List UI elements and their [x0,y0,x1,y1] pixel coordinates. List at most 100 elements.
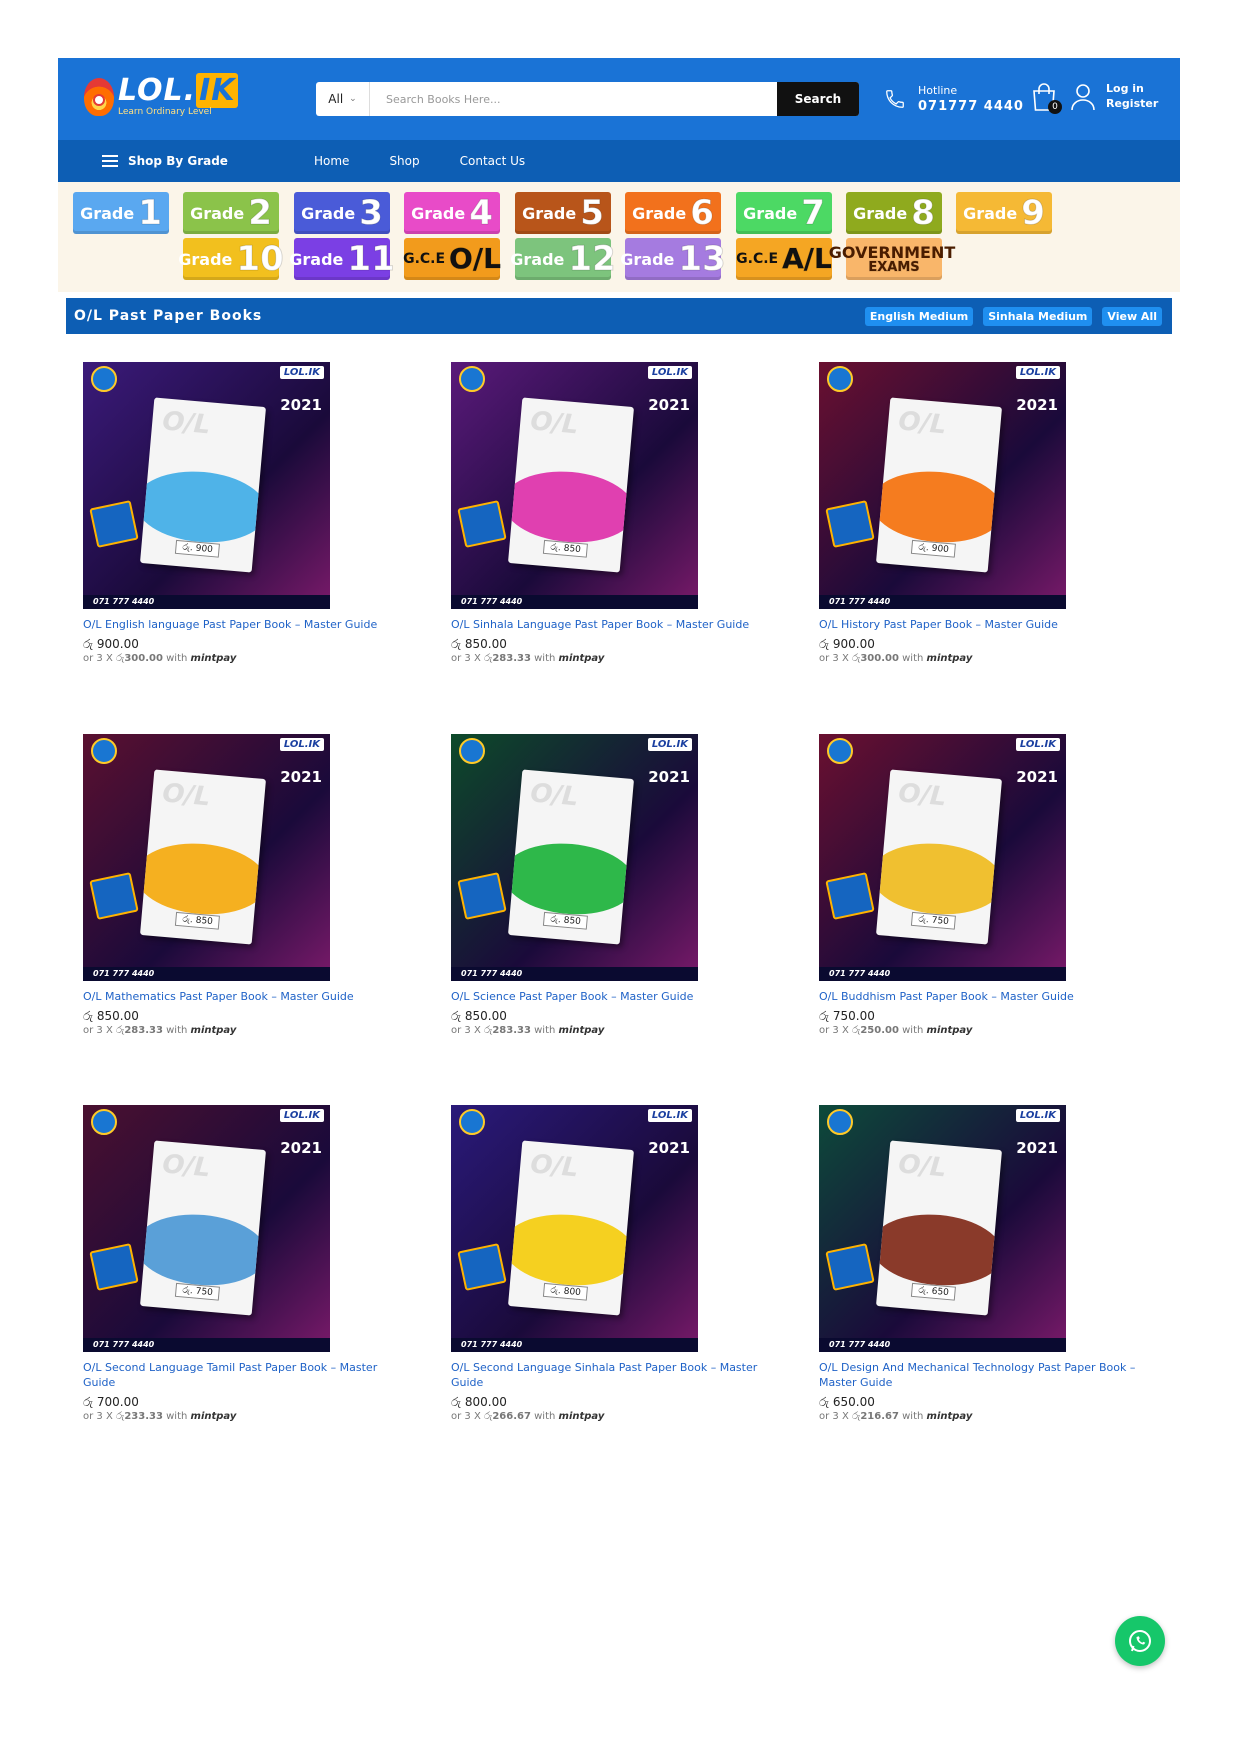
product-image[interactable]: LOL.IK 2021 O/L රු. 800 071 777 4440 [451,1105,698,1352]
grade-button-12[interactable]: Grade 12 [510,238,616,280]
cover-price-tag: රු. 650 [910,1282,957,1301]
cart-button[interactable]: 0 [1030,82,1062,114]
cover-year: 2021 [280,1139,322,1157]
grade-button-10[interactable]: Grade 10 [178,238,284,280]
product-image[interactable]: LOL.IK 2021 O/L රු. 650 071 777 4440 [819,1105,1066,1352]
section-title: O/L Past Paper Books [74,308,263,324]
product-card[interactable]: LOL.IK 2021 O/L රු. 850 071 777 4440 O/L Math… [83,734,413,1036]
search-bar: All ⌄ Search [316,82,859,116]
whatsapp-chat-button[interactable] [1115,1616,1165,1666]
product-title[interactable]: O/L Science Past Paper Book – Master Gui… [451,990,781,1005]
product-card[interactable]: LOL.IK 2021 O/L රු. 900 071 777 4440 O/L Hist… [819,362,1149,664]
site-logo[interactable]: LOL. IK Learn Ordinary Level [84,73,239,117]
product-image[interactable]: LOL.IK 2021 O/L රු. 750 071 777 4440 [819,734,1066,981]
product-title[interactable]: O/L Sinhala Language Past Paper Book – M… [451,618,781,633]
product-image[interactable]: LOL.IK 2021 O/L රු. 850 071 777 4440 [83,734,330,981]
product-image[interactable]: LOL.IK 2021 O/L රු. 900 071 777 4440 [819,362,1066,609]
nav-link-contact[interactable]: Contact Us [460,154,526,168]
installment-with: with [166,1410,188,1422]
grade-button-9[interactable]: Grade 9 [956,192,1052,234]
product-image[interactable]: LOL.IK 2021 O/L රු. 750 071 777 4440 [83,1105,330,1352]
cover-year: 2021 [1016,396,1058,414]
product-title[interactable]: O/L English language Past Paper Book – M… [83,618,413,633]
mintpay-logo: mintpay [926,652,973,664]
cover-phone: 071 777 4440 [451,1338,698,1352]
new-edition-badge-icon [89,1243,139,1291]
grade-button-6[interactable]: Grade 6 [625,192,721,234]
product-card[interactable]: LOL.IK 2021 O/L රු. 750 071 777 4440 O/L Seco… [83,1105,413,1422]
grade-button-13[interactable]: Grade 13 [620,238,726,280]
cover-year: 2021 [280,768,322,786]
grade-button-number: 9 [1021,193,1046,233]
installment-info: or 3 X රු283.33 with mintpay [451,653,781,664]
book-ol-mark: O/L [897,1149,948,1184]
filter-sinhala-medium[interactable]: Sinhala Medium [983,306,1093,326]
cover-brand: LOL.IK [279,366,324,379]
product-price: රු 750.00 [819,1008,875,1023]
installment-info: or 3 X රු266.67 with mintpay [451,1411,781,1422]
search-button[interactable]: Search [777,82,859,116]
mintpay-logo: mintpay [926,1024,973,1036]
header-bar: LOL. IK Learn Ordinary Level All ⌄ Search… [58,58,1180,140]
shop-by-grade-menu[interactable]: Shop By Grade [102,152,314,170]
installment-amount: 300.00 [860,652,899,664]
book-ol-mark: O/L [529,778,580,813]
book-wave [875,466,1003,548]
product-title[interactable]: O/L Second Language Tamil Past Paper Boo… [83,1361,413,1391]
cover-brand: LOL.IK [647,738,692,751]
product-title[interactable]: O/L Buddhism Past Paper Book – Master Gu… [819,990,1149,1005]
search-input[interactable] [370,82,777,116]
grade-button-exams[interactable]: GOVERNMENT EXAMS [829,238,955,280]
product-title[interactable]: O/L Design And Mechanical Technology Pas… [819,1361,1149,1391]
cover-price-tag: රු. 900 [174,539,221,558]
product-card[interactable]: LOL.IK 2021 O/L රු. 800 071 777 4440 O/L Seco… [451,1105,781,1422]
product-card[interactable]: LOL.IK 2021 O/L රු. 650 071 777 4440 O/L Desi… [819,1105,1149,1422]
hamburger-menu-icon [102,152,118,170]
product-card[interactable]: LOL.IK 2021 O/L රු. 900 071 777 4440 O/L Engl… [83,362,413,664]
search-category-select[interactable]: All ⌄ [316,82,370,116]
grade-button-5[interactable]: Grade 5 [515,192,611,234]
book-ol-mark: O/L [161,778,212,813]
installment-info: or 3 X රු300.00 with mintpay [83,653,413,664]
nav-link-home[interactable]: Home [314,154,349,168]
book-wave [875,1209,1003,1291]
product-title[interactable]: O/L Mathematics Past Paper Book – Master… [83,990,413,1005]
grade-button-2[interactable]: Grade 2 [183,192,279,234]
grade-button-4[interactable]: Grade 4 [404,192,500,234]
book-wave [875,838,1003,920]
grade-button-word: GOVERNMENT [828,242,956,262]
product-image[interactable]: LOL.IK 2021 O/L රු. 850 071 777 4440 [451,362,698,609]
product-card[interactable]: LOL.IK 2021 O/L රු. 750 071 777 4440 O/L Budd… [819,734,1149,1036]
grade-button-11[interactable]: Grade 11 [289,238,395,280]
product-image[interactable]: LOL.IK 2021 O/L රු. 900 071 777 4440 [83,362,330,609]
school-seal-icon [459,1109,485,1135]
cover-phone: 071 777 4440 [819,967,1066,981]
grade-button-al[interactable]: G.C.E A/L [736,238,832,280]
register-link[interactable]: Register [1106,97,1158,112]
view-all-link[interactable]: View All [1102,306,1162,326]
installment-prefix: or 3 X රු [819,1024,861,1036]
product-image[interactable]: LOL.IK 2021 O/L රු. 850 071 777 4440 [451,734,698,981]
product-title[interactable]: O/L Second Language Sinhala Past Paper B… [451,1361,781,1391]
grade-button-1[interactable]: Grade 1 [73,192,169,234]
filter-english-medium[interactable]: English Medium [864,306,974,326]
installment-with: with [534,1410,556,1422]
grade-button-8[interactable]: Grade 8 [846,192,942,234]
nav-link-shop[interactable]: Shop [389,154,419,168]
grade-button-number: EXAMS [868,260,920,276]
installment-with: with [166,652,188,664]
product-title[interactable]: O/L History Past Paper Book – Master Gui… [819,618,1149,633]
cover-phone: 071 777 4440 [819,1338,1066,1352]
login-link[interactable]: Log in [1106,82,1158,97]
cover-phone: 071 777 4440 [83,1338,330,1352]
hotline[interactable]: Hotline 071777 4440 [884,84,1024,114]
grade-button-3[interactable]: Grade 3 [294,192,390,234]
chevron-down-icon: ⌄ [349,94,357,104]
grade-button-7[interactable]: Grade 7 [736,192,832,234]
logo-tagline: Learn Ordinary Level [118,107,212,117]
product-card[interactable]: LOL.IK 2021 O/L රු. 850 071 777 4440 O/L Sinh… [451,362,781,664]
installment-prefix: or 3 X රු [83,1410,125,1422]
grade-button-number: 7 [801,193,826,233]
grade-button-ol[interactable]: G.C.E O/L [403,238,501,280]
product-card[interactable]: LOL.IK 2021 O/L රු. 850 071 777 4440 O/L Scie… [451,734,781,1036]
